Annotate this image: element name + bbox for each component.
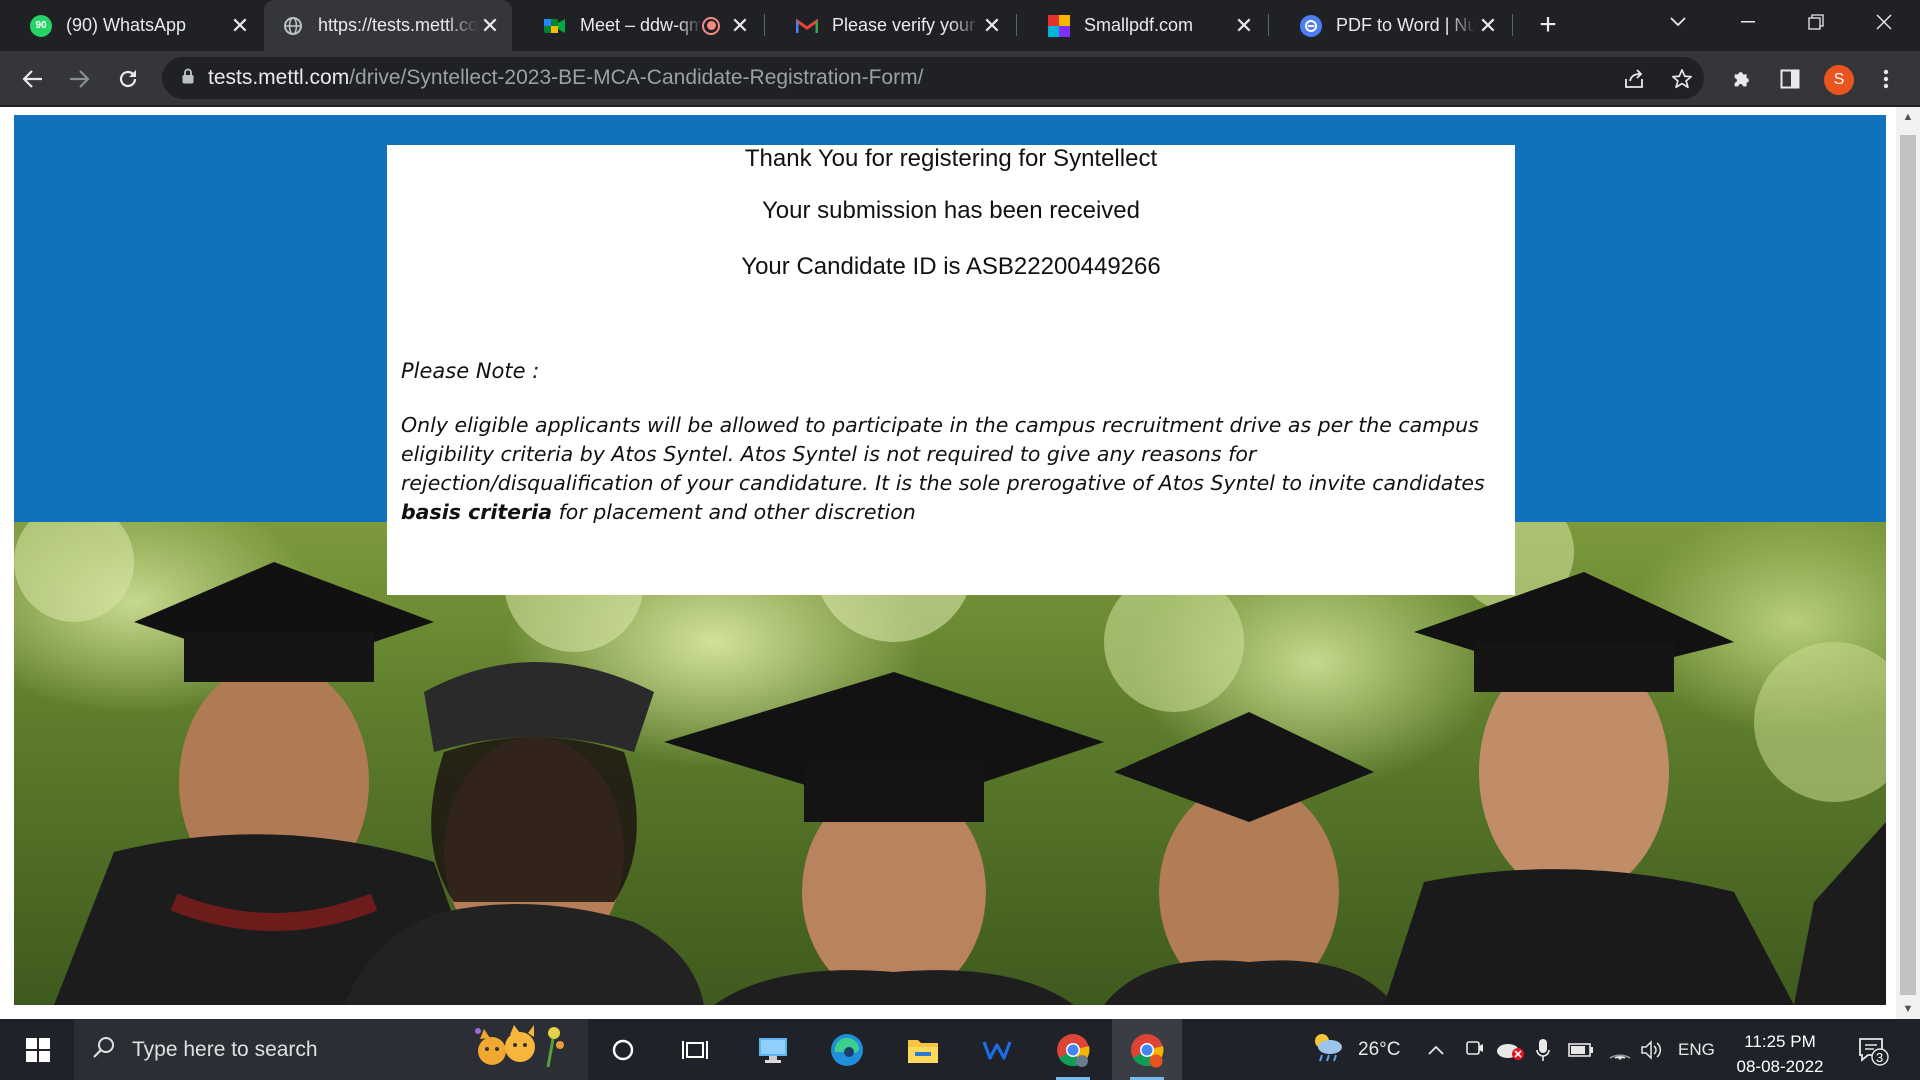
weather-widget[interactable]: 26°C (1310, 1019, 1400, 1080)
note-body: Only eligible applicants will be allowed… (401, 411, 1501, 527)
microphone-icon[interactable] (1536, 1019, 1550, 1080)
confirmation-page: Thank You for registering for Syntellect… (14, 115, 1886, 1005)
tab-smallpdf[interactable]: Smallpdf.com ✕ (1018, 0, 1266, 51)
close-tab-icon[interactable]: ✕ (478, 13, 502, 39)
tab-nutpdf[interactable]: PDF to Word | NutPDF ✕ (1270, 0, 1510, 51)
side-panel-icon[interactable] (1770, 59, 1810, 99)
smallpdf-icon (1048, 14, 1070, 37)
minimize-button[interactable] (1718, 0, 1778, 44)
tab-title: Please verify your email (832, 15, 980, 35)
search-placeholder: Type here to search (132, 1037, 318, 1061)
close-tab-icon[interactable]: ✕ (1476, 13, 1500, 39)
bookmark-star-icon[interactable] (1662, 59, 1702, 99)
url-domain: tests.mettl.com (208, 66, 350, 89)
profile-avatar[interactable]: S (1824, 65, 1854, 95)
edge-browser-icon[interactable] (812, 1019, 882, 1080)
whatsapp-icon: 90 (30, 14, 52, 37)
taskbar-clock[interactable]: 11:25 PM 08-08-2022 (1720, 1029, 1840, 1079)
scroll-up-arrow-icon[interactable]: ▲ (1896, 107, 1920, 127)
lock-icon[interactable] (182, 68, 194, 89)
forward-button[interactable] (60, 59, 100, 99)
reload-button[interactable] (108, 59, 148, 99)
windows-taskbar: Type here to search 26°C ENG 11:25 PM 08… (0, 1019, 1920, 1080)
this-pc-icon[interactable] (738, 1019, 808, 1080)
tab-separator (764, 14, 765, 36)
submission-received-text: Your submission has been received (761, 197, 1140, 224)
wifi-icon[interactable] (1608, 1019, 1632, 1080)
w-app-icon[interactable] (962, 1019, 1032, 1080)
onedrive-error-icon[interactable] (1496, 1019, 1524, 1080)
tab-meet[interactable]: Meet – ddw-qmzk ✕ (514, 0, 762, 51)
cortana-icon[interactable] (588, 1019, 658, 1080)
task-view-icon[interactable] (660, 1019, 730, 1080)
close-window-button[interactable] (1854, 0, 1914, 44)
extensions-puzzle-icon[interactable] (1722, 59, 1762, 99)
gmail-icon (796, 15, 818, 37)
chrome-profile-taskbar-icon[interactable] (1112, 1019, 1182, 1080)
candidate-id-text: Your Candidate ID is ASB22200449266 (741, 253, 1161, 280)
scroll-down-arrow-icon[interactable]: ▼ (1896, 999, 1920, 1019)
battery-icon[interactable] (1568, 1019, 1594, 1080)
taskbar-search-box[interactable]: Type here to search (74, 1019, 588, 1080)
address-bar[interactable]: tests.mettl.com/drive/Syntellect-2023-BE… (162, 57, 1704, 99)
tab-separator (1268, 14, 1269, 36)
windows-start-button[interactable] (14, 1019, 62, 1080)
clock-time: 11:25 PM (1744, 1032, 1816, 1051)
clock-date: 08-08-2022 (1736, 1057, 1824, 1076)
note-text-part2: for placement and other discretion (552, 500, 916, 524)
weather-temperature: 26°C (1358, 1038, 1401, 1060)
tab-title: PDF to Word | NutPDF (1336, 15, 1476, 35)
back-button[interactable] (12, 59, 52, 99)
page-viewport: Thank You for registering for Syntellect… (0, 107, 1920, 1019)
notification-center-icon[interactable]: 3 (1856, 1019, 1890, 1080)
note-text-part1: Only eligible applicants will be allowed… (401, 413, 1485, 495)
close-tab-icon[interactable]: ✕ (980, 13, 1004, 39)
tab-gmail[interactable]: Please verify your email ✕ (766, 0, 1014, 51)
restore-button[interactable] (1786, 0, 1846, 44)
tab-title: Meet – ddw-qmzk (580, 15, 702, 35)
share-icon[interactable] (1614, 59, 1654, 99)
thank-you-heading: Thank You for registering for Syntellect (744, 145, 1158, 172)
vertical-scrollbar[interactable]: ▲ ▼ (1896, 107, 1920, 1019)
globe-icon (282, 15, 304, 37)
pdf-converter-icon (1300, 14, 1322, 37)
browser-toolbar: tests.mettl.com/drive/Syntellect-2023-BE… (0, 51, 1920, 106)
tab-separator (1016, 14, 1017, 36)
scrollbar-thumb[interactable] (1900, 135, 1916, 995)
google-meet-icon (544, 15, 566, 37)
tab-separator (1512, 14, 1513, 36)
chrome-taskbar-icon[interactable] (1038, 1019, 1108, 1080)
note-heading: Please Note : (401, 359, 540, 383)
menu-kebab-icon[interactable] (1866, 59, 1906, 99)
language-label: ENG (1678, 1039, 1715, 1059)
new-tab-button[interactable]: + (1520, 3, 1576, 47)
tab-title: Smallpdf.com (1084, 15, 1194, 35)
url-text[interactable]: tests.mettl.com/drive/Syntellect-2023-BE… (208, 66, 923, 90)
recording-icon (702, 16, 720, 35)
input-language[interactable]: ENG (1678, 1019, 1715, 1080)
tab-mettl[interactable]: https://tests.mettl.com/drive/ ✕ (264, 0, 512, 51)
weather-rain-cloud-icon (1310, 1031, 1346, 1069)
tab-title: (90) WhatsApp (66, 15, 187, 35)
url-path: /drive/Syntellect-2023-BE-MCA-Candidate-… (349, 66, 924, 89)
tab-search-icon[interactable] (1648, 0, 1708, 44)
close-tab-icon[interactable]: ✕ (1232, 13, 1256, 39)
tab-strip: 90 (90) WhatsApp ✕ https://tests.mettl.c… (0, 0, 1920, 51)
note-bold-text: basis criteria (401, 500, 553, 524)
search-icon (92, 1035, 116, 1064)
close-tab-icon[interactable]: ✕ (728, 13, 752, 39)
tab-whatsapp[interactable]: 90 (90) WhatsApp ✕ (0, 0, 262, 51)
tab-title: https://tests.mettl.com/drive/ (318, 15, 478, 35)
show-hidden-icons-chevron-icon[interactable] (1428, 1019, 1444, 1080)
close-tab-icon[interactable]: ✕ (228, 13, 252, 39)
file-explorer-icon[interactable] (888, 1019, 958, 1080)
volume-icon[interactable] (1640, 1019, 1664, 1080)
notification-count: 3 (1876, 1050, 1884, 1065)
search-highlight-cats-icon[interactable] (470, 1023, 570, 1076)
meet-now-icon[interactable] (1464, 1019, 1484, 1080)
confirmation-card: Thank You for registering for Syntellect… (387, 145, 1515, 595)
